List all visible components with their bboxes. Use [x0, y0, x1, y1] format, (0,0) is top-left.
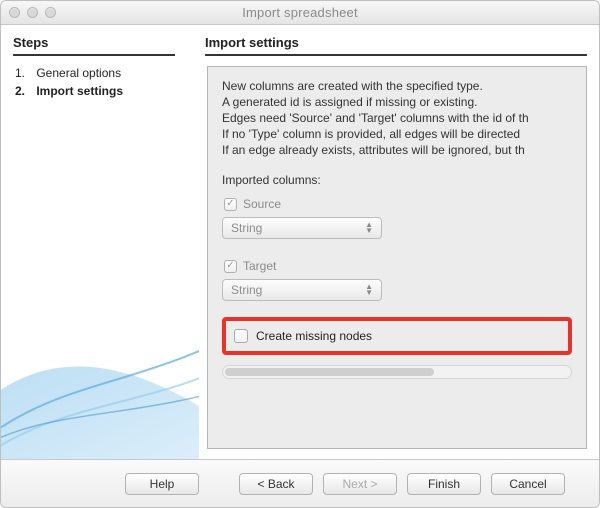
column-source-block: Source String ▲▼	[222, 193, 572, 239]
finish-button[interactable]: Finish	[407, 473, 481, 495]
dialog-body: Steps 1. General options 2. Import setti…	[1, 25, 599, 459]
stepper-arrows-icon: ▲▼	[365, 284, 373, 296]
checkbox-icon	[224, 260, 237, 273]
create-missing-nodes-highlight: Create missing nodes	[222, 317, 572, 355]
stepper-arrows-icon: ▲▼	[365, 222, 373, 234]
step-label: Import settings	[36, 84, 123, 98]
column-source-type-select[interactable]: String ▲▼	[222, 217, 382, 239]
column-source-checkbox[interactable]: Source	[224, 197, 572, 211]
cancel-button[interactable]: Cancel	[491, 473, 565, 495]
steps-heading: Steps	[13, 35, 175, 56]
step-import-settings[interactable]: 2. Import settings	[15, 82, 187, 100]
settings-panel: New columns are created with the specifi…	[207, 66, 587, 449]
window-title: Import spreadsheet	[1, 5, 599, 20]
steps-sidebar: Steps 1. General options 2. Import setti…	[1, 25, 199, 459]
main-pane: Import settings New columns are created …	[199, 25, 599, 459]
desc-line: New columns are created with the specifi…	[222, 79, 572, 93]
step-label: General options	[36, 66, 121, 80]
dialog-footer: Help < Back Next > Finish Cancel	[1, 459, 599, 507]
titlebar: Import spreadsheet	[1, 1, 599, 25]
column-name: Source	[243, 197, 281, 211]
dialog-window: Import spreadsheet Steps 1. General opti…	[0, 0, 600, 508]
column-target-type-select[interactable]: String ▲▼	[222, 279, 382, 301]
step-general-options[interactable]: 1. General options	[15, 64, 187, 82]
checkbox-icon	[224, 198, 237, 211]
desc-line: Edges need 'Source' and 'Target' columns…	[222, 111, 572, 125]
desc-line: A generated id is assigned if missing or…	[222, 95, 572, 109]
desc-line: If an edge already exists, attributes wi…	[222, 143, 572, 157]
create-missing-nodes-label: Create missing nodes	[256, 329, 372, 343]
horizontal-scrollbar[interactable]	[222, 365, 572, 379]
next-button[interactable]: Next >	[323, 473, 397, 495]
settings-heading: Import settings	[205, 35, 587, 56]
description-text: New columns are created with the specifi…	[222, 79, 572, 159]
column-target-block: Target String ▲▼	[222, 255, 572, 301]
steps-list: 1. General options 2. Import settings	[15, 64, 187, 100]
step-number: 1.	[15, 66, 33, 80]
column-name: Target	[243, 259, 276, 273]
imported-columns-label: Imported columns:	[222, 173, 572, 187]
help-button[interactable]: Help	[125, 473, 199, 495]
create-missing-nodes-checkbox[interactable]	[234, 329, 248, 343]
scrollbar-thumb[interactable]	[225, 368, 434, 376]
column-target-checkbox[interactable]: Target	[224, 259, 572, 273]
select-value: String	[231, 283, 262, 297]
step-number: 2.	[15, 84, 33, 98]
back-button[interactable]: < Back	[239, 473, 313, 495]
desc-line: If no 'Type' column is provided, all edg…	[222, 127, 572, 141]
select-value: String	[231, 221, 262, 235]
decorative-swoosh-icon	[1, 279, 199, 459]
